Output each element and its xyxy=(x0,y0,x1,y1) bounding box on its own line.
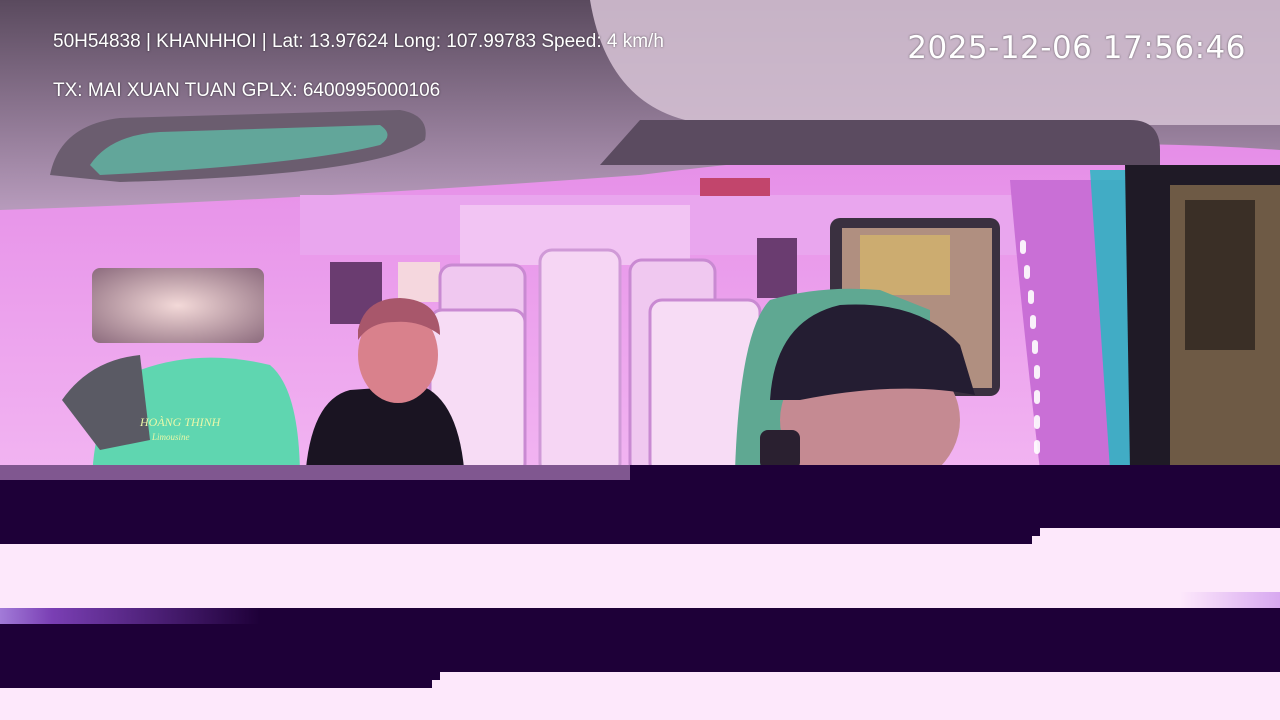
street-sign xyxy=(860,235,950,295)
outside-building xyxy=(1185,200,1255,350)
glitch-left-strip xyxy=(0,608,260,624)
glitch-seam xyxy=(0,465,630,480)
passenger-seats xyxy=(428,248,762,477)
vehicle-info-overlay: 50H54838 | KHANHHOI | Lat: 13.97624 Long… xyxy=(53,31,664,52)
glitch-right-strip xyxy=(1180,592,1280,608)
ceiling-rail xyxy=(600,120,1160,165)
left-window xyxy=(92,268,264,343)
glitch-band-1 xyxy=(0,544,1280,608)
cabin-camera-image: HOÀNG THỊNH Limousine xyxy=(0,0,1280,720)
driver-info-overlay: TX: MAI XUAN TUAN GPLX: 6400995000106 xyxy=(53,80,441,101)
glitch-band-2-step xyxy=(440,672,1280,688)
glitch-band-1-step xyxy=(1040,528,1280,544)
glitch-band-2 xyxy=(0,688,1280,720)
right-vent xyxy=(757,238,797,298)
rear-light xyxy=(700,178,770,196)
timestamp-overlay: 2025-12-06 17:56:46 xyxy=(907,30,1246,66)
seat-logo-brand: HOÀNG THỊNH xyxy=(139,415,222,429)
left-rear-window xyxy=(398,262,440,302)
seat-logo-sub: Limousine xyxy=(151,432,190,442)
driver-phone xyxy=(760,430,800,470)
dashcam-frame: HOÀNG THỊNH Limousine 50H54838 | KHANHHO… xyxy=(0,0,1280,720)
